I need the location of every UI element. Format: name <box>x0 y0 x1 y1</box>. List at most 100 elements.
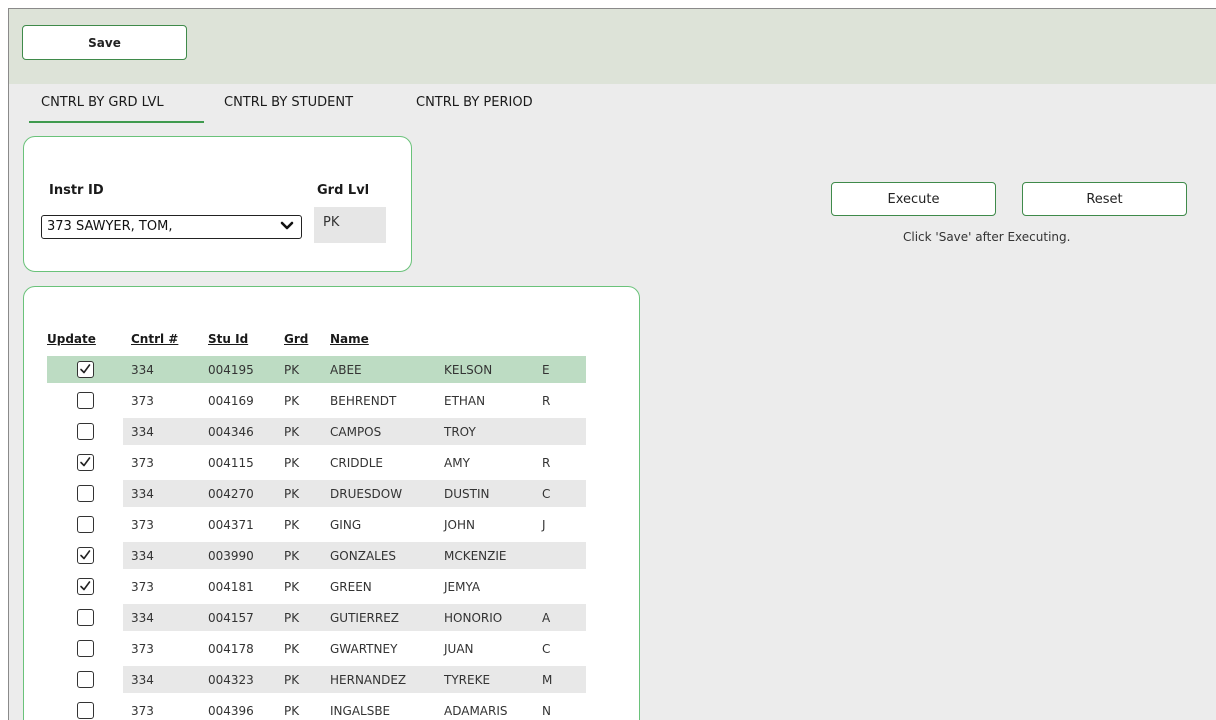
stu-id-cell: 004157 <box>200 604 276 631</box>
update-checkbox[interactable] <box>76 361 94 378</box>
first-name-cell: TYREKE <box>436 666 534 693</box>
middle-initial-cell: N <box>542 703 551 718</box>
table-row[interactable]: 334 004270 PK DRUESDOW DUSTIN C <box>47 480 586 507</box>
first-name-cell: MCKENZIE <box>436 542 534 569</box>
update-checkbox[interactable] <box>76 609 94 626</box>
table-row[interactable]: 373 004181 PK GREEN JEMYA <box>47 573 586 600</box>
execute-button[interactable]: Execute <box>831 182 996 216</box>
students-table: Update Cntrl # Stu Id Grd Name 334 004195… <box>47 322 586 720</box>
update-cell <box>47 542 123 569</box>
grd-cell: PK <box>276 480 322 507</box>
last-name-cell: GREEN <box>330 579 372 594</box>
cntrl-cell: 373 <box>131 517 154 532</box>
table-row[interactable]: 373 004371 PK GING JOHN J <box>47 511 586 538</box>
last-name-cell: ABEE <box>322 356 436 383</box>
middle-initial-cell: E <box>534 356 586 383</box>
update-cell <box>47 418 123 445</box>
update-checkbox[interactable] <box>76 702 94 719</box>
execute-hint: Click 'Save' after Executing. <box>903 230 1071 244</box>
update-cell <box>47 697 123 720</box>
grd-lvl-label: Grd Lvl <box>317 183 370 198</box>
table-row[interactable]: 373 004169 PK BEHRENDT ETHAN R <box>47 387 586 414</box>
column-header-grd[interactable]: Grd <box>276 326 322 352</box>
grd-cell: PK <box>284 703 300 718</box>
column-header-update[interactable]: Update <box>47 326 123 352</box>
instr-id-value: 373 SAWYER, TOM, <box>47 219 173 234</box>
grd-cell: PK <box>276 666 322 693</box>
update-checkbox[interactable] <box>76 485 94 502</box>
stu-id-cell: 004346 <box>200 418 276 445</box>
cntrl-cell: 334 <box>123 666 200 693</box>
cntrl-cell: 373 <box>131 703 154 718</box>
last-name-cell: CAMPOS <box>322 418 436 445</box>
grd-cell: PK <box>276 356 322 383</box>
update-checkbox[interactable] <box>76 392 94 409</box>
first-name-cell: AMY <box>444 455 470 470</box>
update-checkbox[interactable] <box>76 423 94 440</box>
cntrl-cell: 334 <box>123 604 200 631</box>
table-row[interactable]: 334 004157 PK GUTIERREZ HONORIO A <box>47 604 586 631</box>
update-checkbox[interactable] <box>76 516 94 533</box>
first-name-cell: ETHAN <box>444 393 486 408</box>
instructor-filter-panel: Instr ID Grd Lvl 373 SAWYER, TOM, PK <box>23 136 412 272</box>
middle-initial-cell: A <box>534 604 586 631</box>
grd-lvl-value: PK <box>314 207 386 243</box>
update-cell <box>47 449 123 476</box>
stu-id-cell: 004195 <box>200 356 276 383</box>
cntrl-cell: 334 <box>123 542 200 569</box>
toolbar: Save <box>9 9 1216 84</box>
table-row[interactable]: 373 004396 PK INGALSBE ADAMARIS N <box>47 697 586 720</box>
update-cell <box>47 666 123 693</box>
grd-cell: PK <box>276 418 322 445</box>
update-cell <box>47 480 123 507</box>
stu-id-cell: 004396 <box>208 703 254 718</box>
instr-id-label: Instr ID <box>49 183 104 198</box>
last-name-cell: BEHRENDT <box>330 393 397 408</box>
last-name-cell: GUTIERREZ <box>322 604 436 631</box>
table-row[interactable]: 334 004323 PK HERNANDEZ TYREKE M <box>47 666 586 693</box>
column-header-name[interactable]: Name <box>322 326 436 352</box>
stu-id-cell: 004181 <box>208 579 254 594</box>
update-checkbox[interactable] <box>76 547 94 564</box>
middle-initial-cell: J <box>542 517 546 532</box>
table-row[interactable]: 373 004178 PK GWARTNEY JUAN C <box>47 635 586 662</box>
first-name-cell: JUAN <box>444 641 474 656</box>
grd-cell: PK <box>276 604 322 631</box>
stu-id-cell: 004323 <box>200 666 276 693</box>
stu-id-cell: 003990 <box>200 542 276 569</box>
table-row[interactable]: 373 004115 PK CRIDDLE AMY R <box>47 449 586 476</box>
first-name-cell: KELSON <box>436 356 534 383</box>
stu-id-cell: 004270 <box>200 480 276 507</box>
grd-cell: PK <box>276 542 322 569</box>
update-cell <box>47 356 123 383</box>
update-checkbox[interactable] <box>76 454 94 471</box>
cntrl-cell: 373 <box>131 579 154 594</box>
tab-cntrl-by-grd-lvl[interactable]: CNTRL BY GRD LVL <box>29 89 204 123</box>
save-button[interactable]: Save <box>22 25 187 60</box>
column-header-cntrl[interactable]: Cntrl # <box>123 326 200 352</box>
cntrl-cell: 373 <box>131 393 154 408</box>
tab-cntrl-by-period[interactable]: CNTRL BY PERIOD <box>416 89 533 123</box>
last-name-cell: DRUESDOW <box>322 480 436 507</box>
cntrl-cell: 373 <box>131 455 154 470</box>
update-cell <box>47 635 123 662</box>
table-row[interactable]: 334 003990 PK GONZALES MCKENZIE <box>47 542 586 569</box>
reset-button[interactable]: Reset <box>1022 182 1187 216</box>
table-row[interactable]: 334 004195 PK ABEE KELSON E <box>47 356 586 383</box>
tab-cntrl-by-student[interactable]: CNTRL BY STUDENT <box>224 89 353 123</box>
update-checkbox[interactable] <box>76 578 94 595</box>
app-frame: Save CNTRL BY GRD LVL CNTRL BY STUDENT C… <box>8 8 1216 720</box>
table-row[interactable]: 334 004346 PK CAMPOS TROY <box>47 418 586 445</box>
column-header-stu-id[interactable]: Stu Id <box>200 326 276 352</box>
last-name-cell: CRIDDLE <box>330 455 384 470</box>
cntrl-cell: 334 <box>123 480 200 507</box>
update-checkbox[interactable] <box>76 671 94 688</box>
cntrl-cell: 334 <box>123 418 200 445</box>
instr-id-select[interactable]: 373 SAWYER, TOM, <box>41 215 302 239</box>
chevron-down-icon <box>279 217 295 235</box>
students-table-panel: Update Cntrl # Stu Id Grd Name 334 004195… <box>23 286 640 720</box>
grd-cell: PK <box>284 641 300 656</box>
last-name-cell: GONZALES <box>322 542 436 569</box>
update-checkbox[interactable] <box>76 640 94 657</box>
last-name-cell: GWARTNEY <box>330 641 398 656</box>
